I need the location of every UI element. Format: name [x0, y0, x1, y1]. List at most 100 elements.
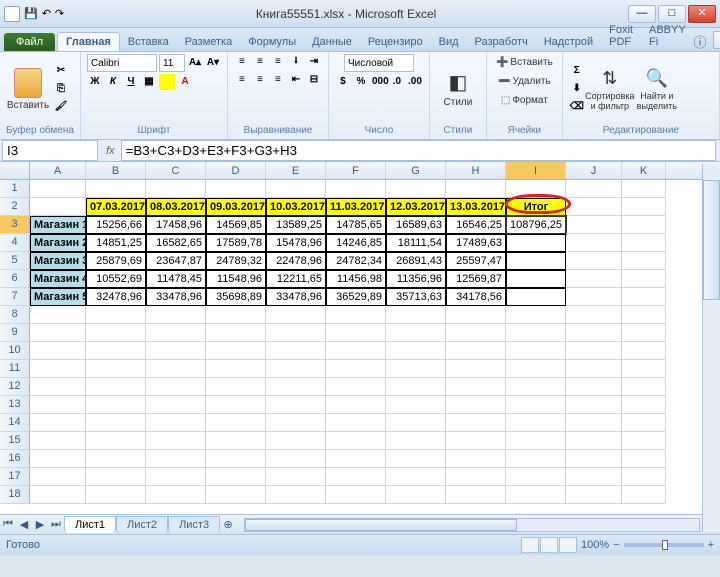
cell[interactable] [86, 324, 146, 342]
cell[interactable] [86, 414, 146, 432]
undo-icon[interactable]: ↶ [42, 7, 51, 20]
cell[interactable] [622, 216, 666, 234]
cell[interactable] [30, 198, 86, 216]
cell[interactable] [30, 450, 86, 468]
cell[interactable] [266, 396, 326, 414]
cell[interactable] [622, 396, 666, 414]
cell[interactable]: 35713,63 [386, 288, 446, 306]
cell[interactable] [386, 414, 446, 432]
cell[interactable] [266, 324, 326, 342]
cell[interactable]: 17589,78 [206, 234, 266, 252]
cell[interactable]: 34178,56 [446, 288, 506, 306]
paste-button[interactable]: Вставить [6, 56, 50, 122]
maximize-button[interactable]: □ [658, 5, 686, 23]
col-header[interactable]: H [446, 162, 506, 179]
cell[interactable]: 11478,45 [146, 270, 206, 288]
cell[interactable]: 22478,96 [266, 252, 326, 270]
cell[interactable]: 25597,47 [446, 252, 506, 270]
tab-foxit[interactable]: Foxit PDF [601, 21, 641, 51]
cell[interactable] [506, 288, 566, 306]
cell[interactable]: 14569,85 [206, 216, 266, 234]
cell[interactable] [386, 360, 446, 378]
align-middle-icon[interactable]: ≡ [252, 54, 268, 70]
zoom-level[interactable]: 100% [581, 539, 609, 551]
cell[interactable] [566, 342, 622, 360]
row-header[interactable]: 6 [0, 270, 30, 288]
cell[interactable] [566, 270, 622, 288]
cell[interactable] [86, 342, 146, 360]
cell[interactable] [386, 432, 446, 450]
cell[interactable] [506, 342, 566, 360]
cell[interactable]: 11.03.2017 [326, 198, 386, 216]
cell[interactable] [146, 414, 206, 432]
cell[interactable]: 33478,96 [266, 288, 326, 306]
cell[interactable] [622, 414, 666, 432]
col-header[interactable]: G [386, 162, 446, 179]
cell[interactable] [206, 396, 266, 414]
row-header[interactable]: 16 [0, 450, 30, 468]
cell[interactable]: 25879,69 [86, 252, 146, 270]
cell[interactable]: 16546,25 [446, 216, 506, 234]
cell[interactable] [622, 270, 666, 288]
cell[interactable] [146, 342, 206, 360]
cell[interactable]: 11356,96 [386, 270, 446, 288]
comma-icon[interactable]: 000 [371, 74, 387, 90]
workbook-minimize[interactable]: — [713, 31, 720, 49]
cell[interactable]: 14246,85 [326, 234, 386, 252]
cell[interactable]: 16589,63 [386, 216, 446, 234]
row-header[interactable]: 1 [0, 180, 30, 198]
cell[interactable]: Магазин 5 [30, 288, 86, 306]
cell[interactable] [566, 288, 622, 306]
delete-cells-button[interactable]: ➖ Удалить [495, 73, 554, 90]
cell[interactable] [30, 432, 86, 450]
cell[interactable] [146, 324, 206, 342]
cell[interactable] [206, 414, 266, 432]
tab-abbyy[interactable]: ABBYY Fi [641, 21, 694, 51]
spreadsheet-grid[interactable]: A B C D E F G H I J K 1207.03.201708.03.… [0, 162, 720, 514]
cell[interactable] [30, 468, 86, 486]
col-header[interactable]: A [30, 162, 86, 179]
copy-icon[interactable]: ⎘ [53, 81, 69, 97]
cell[interactable] [446, 486, 506, 504]
cell[interactable] [446, 414, 506, 432]
cell[interactable] [566, 450, 622, 468]
cell[interactable] [386, 180, 446, 198]
cell[interactable] [446, 468, 506, 486]
cell[interactable]: 13589,25 [266, 216, 326, 234]
cell[interactable]: 32478,96 [86, 288, 146, 306]
cell[interactable] [386, 486, 446, 504]
cell[interactable] [86, 468, 146, 486]
font-size-select[interactable] [159, 54, 185, 72]
cell[interactable] [266, 432, 326, 450]
zoom-slider[interactable] [624, 543, 704, 547]
excel-icon[interactable] [4, 6, 20, 22]
cell[interactable] [506, 378, 566, 396]
tab-insert[interactable]: Вставка [120, 33, 177, 51]
cell[interactable] [146, 360, 206, 378]
styles-button[interactable]: ◧Стили [436, 56, 480, 122]
cell[interactable]: 11456,98 [326, 270, 386, 288]
cell[interactable] [30, 378, 86, 396]
row-header[interactable]: 11 [0, 360, 30, 378]
cell[interactable] [146, 468, 206, 486]
cell[interactable] [146, 396, 206, 414]
close-button[interactable]: ✕ [688, 5, 716, 23]
indent-dec-icon[interactable]: ⇤ [288, 72, 304, 88]
cell[interactable]: 07.03.2017 [86, 198, 146, 216]
row-header[interactable]: 7 [0, 288, 30, 306]
row-header[interactable]: 5 [0, 252, 30, 270]
cell[interactable] [506, 306, 566, 324]
cell[interactable]: 14785,65 [326, 216, 386, 234]
inc-decimal-icon[interactable]: .0 [389, 74, 405, 90]
horizontal-scrollbar[interactable] [244, 518, 700, 532]
cell[interactable] [326, 396, 386, 414]
cell[interactable]: 108796,25 [506, 216, 566, 234]
cell[interactable] [506, 414, 566, 432]
percent-icon[interactable]: % [353, 74, 369, 90]
tab-formulas[interactable]: Формулы [240, 33, 304, 51]
cell[interactable] [30, 306, 86, 324]
italic-button[interactable]: К [105, 74, 121, 90]
cell[interactable] [566, 432, 622, 450]
cell[interactable] [326, 360, 386, 378]
cell[interactable] [30, 414, 86, 432]
